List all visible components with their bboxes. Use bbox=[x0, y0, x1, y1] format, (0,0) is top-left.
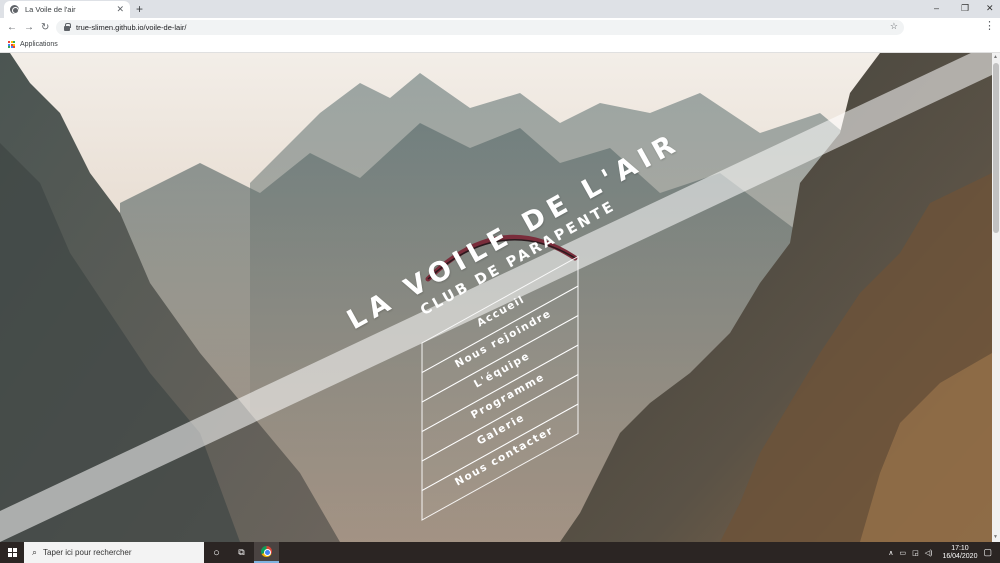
reload-button[interactable]: ↻ bbox=[41, 21, 49, 34]
taskbar-chrome[interactable] bbox=[254, 542, 279, 563]
nav-boxes bbox=[421, 255, 579, 521]
lock-icon bbox=[64, 23, 71, 31]
browser-toolbar: ← → ↻ true-slimen.github.io/voile-de-lai… bbox=[0, 18, 1000, 37]
bookmark-applications[interactable]: Applications bbox=[20, 41, 58, 48]
task-view-icon[interactable]: ⧉ bbox=[229, 542, 254, 563]
system-tray: ∧ ▭ ◲ ◁) 17:10 16/04/2020 ▢ bbox=[882, 542, 992, 563]
apps-grid-icon bbox=[8, 41, 15, 48]
minimize-button[interactable]: – bbox=[934, 2, 939, 14]
scrollbar-thumb[interactable] bbox=[993, 63, 999, 233]
new-tab-button[interactable]: + bbox=[136, 2, 143, 16]
volume-icon[interactable]: ◁) bbox=[925, 549, 933, 557]
network-icon[interactable]: ◲ bbox=[912, 549, 919, 557]
page-scrollbar[interactable]: ▲ ▼ bbox=[992, 53, 1000, 542]
maximize-button[interactable]: ❐ bbox=[961, 2, 969, 14]
chevron-up-icon[interactable]: ∧ bbox=[888, 549, 893, 557]
taskbar-search-placeholder: Taper ici pour rechercher bbox=[43, 548, 132, 557]
address-bar[interactable]: true-slimen.github.io/voile-de-lair/ ☆ bbox=[56, 20, 904, 35]
start-button[interactable] bbox=[0, 542, 24, 563]
notification-icon[interactable]: ▢ bbox=[983, 547, 992, 558]
globe-icon bbox=[10, 5, 19, 14]
cortana-icon[interactable]: ○ bbox=[204, 542, 229, 563]
bookmark-star-icon[interactable]: ☆ bbox=[890, 21, 898, 32]
scroll-down-icon[interactable]: ▼ bbox=[993, 535, 998, 540]
tab-title: La Voile de l'air bbox=[25, 5, 76, 14]
browser-menu-icon[interactable]: ⋮ bbox=[984, 20, 995, 33]
tab-close-icon[interactable]: ✕ bbox=[116, 5, 124, 14]
battery-icon[interactable]: ▭ bbox=[899, 549, 906, 557]
tab-strip: La Voile de l'air ✕ + – ❐ ✕ bbox=[0, 0, 1000, 18]
taskbar-search[interactable]: ⌕ Taper ici pour rechercher bbox=[24, 542, 204, 563]
forward-button[interactable]: → bbox=[24, 21, 34, 34]
search-icon: ⌕ bbox=[32, 547, 38, 557]
back-button[interactable]: ← bbox=[7, 21, 17, 34]
chrome-icon bbox=[261, 546, 272, 557]
close-window-button[interactable]: ✕ bbox=[986, 2, 994, 14]
clock-time: 17:10 bbox=[951, 544, 969, 552]
browser-tab[interactable]: La Voile de l'air ✕ bbox=[4, 1, 130, 18]
clock-date: 16/04/2020 bbox=[942, 552, 978, 560]
windows-logo-icon bbox=[7, 548, 17, 557]
windows-taskbar: ⌕ Taper ici pour rechercher ○ ⧉ ∧ ▭ ◲ ◁)… bbox=[0, 542, 1000, 563]
taskbar-clock[interactable]: 17:10 16/04/2020 bbox=[942, 545, 977, 561]
scroll-up-icon[interactable]: ▲ bbox=[993, 55, 998, 60]
url-text: true-slimen.github.io/voile-de-lair/ bbox=[76, 23, 187, 32]
bookmarks-bar: Applications bbox=[0, 37, 1000, 53]
page-content: LA VOILE DE L'AIR CLUB DE PARAPENTE Accu… bbox=[0, 53, 992, 542]
